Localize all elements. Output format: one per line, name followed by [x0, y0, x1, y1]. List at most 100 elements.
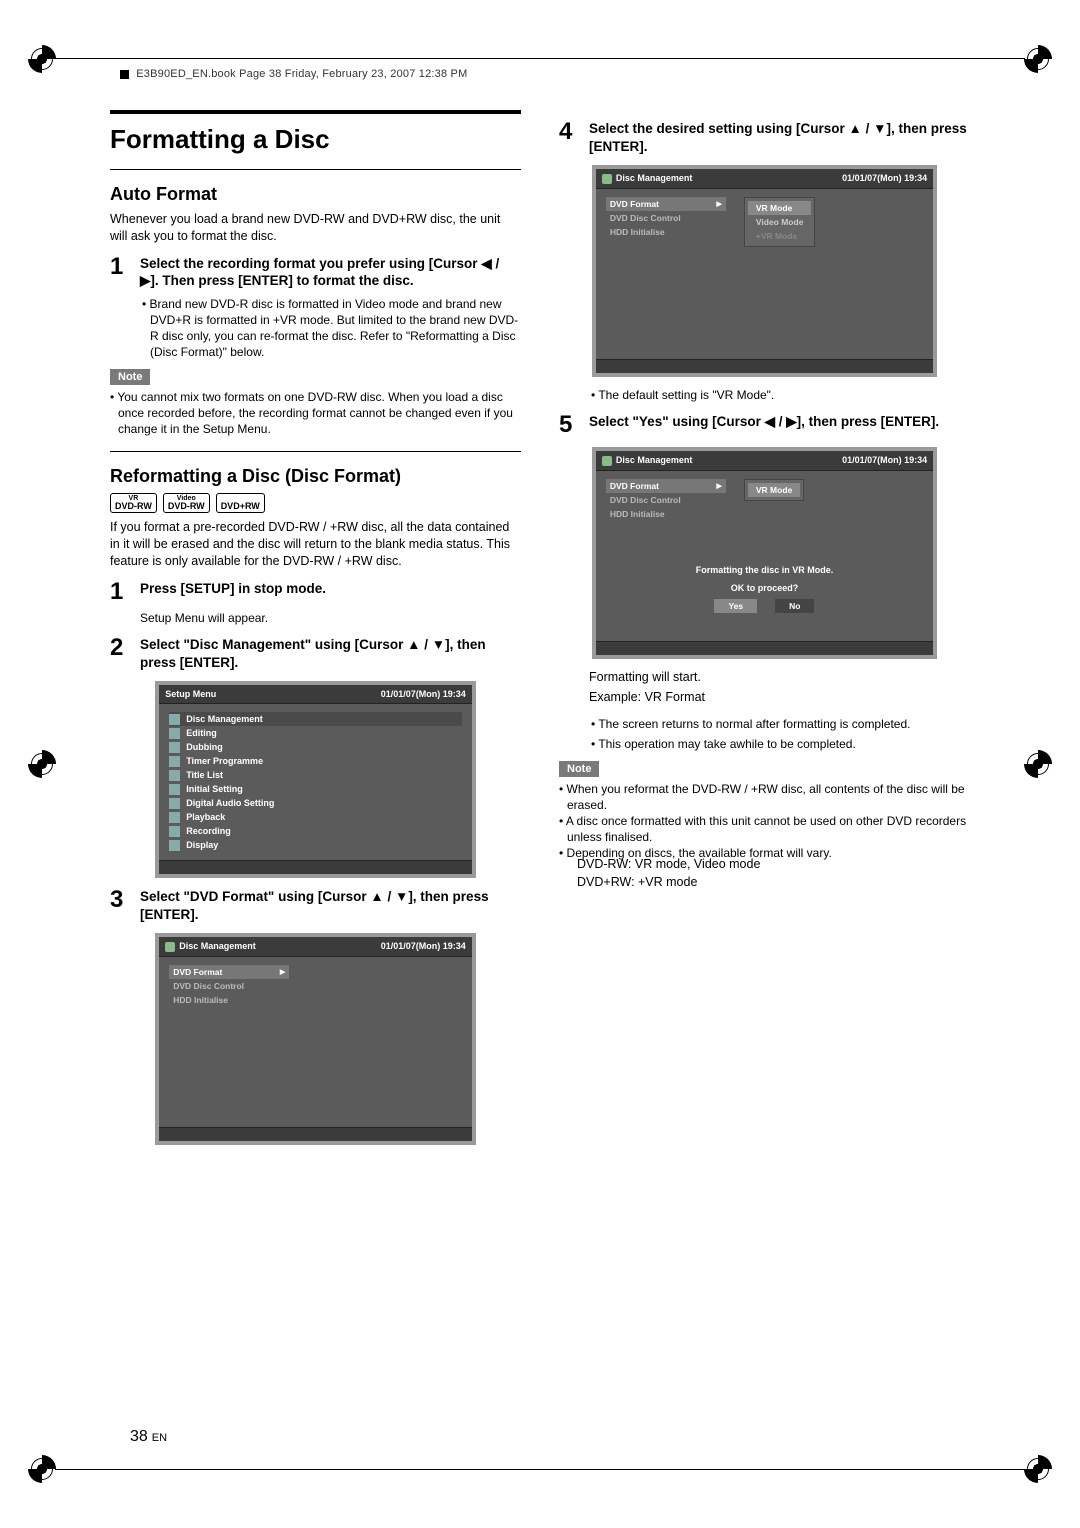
- step-subtext: Setup Menu will appear.: [140, 610, 521, 626]
- step-number: 5: [559, 413, 581, 437]
- note-text: A disc once formatted with this unit can…: [567, 813, 970, 845]
- step-number: 3: [110, 888, 132, 923]
- title-icon: [169, 770, 180, 781]
- side-item: HDD Initialise: [606, 225, 726, 239]
- section-rule: [110, 110, 521, 114]
- screenshot-footer: [596, 641, 933, 655]
- screenshot-title: Disc Management: [616, 455, 693, 465]
- step-4: 4 Select the desired setting using [Curs…: [559, 120, 970, 155]
- screenshot-confirm: Disc Management 01/01/07(Mon) 19:34 DVD …: [592, 447, 937, 659]
- step-instruction: Select the desired setting using [Cursor…: [589, 120, 970, 155]
- header-block-icon: [120, 70, 129, 79]
- menu-item: Title List: [169, 768, 462, 782]
- step-bullet: Brand new DVD-R disc is formatted in Vid…: [150, 296, 521, 361]
- framemaker-header: E3B90ED_EN.book Page 38 Friday, February…: [120, 68, 467, 80]
- disc-icon: [169, 714, 180, 725]
- display-icon: [169, 840, 180, 851]
- side-list: DVD Format DVD Disc Control HDD Initiali…: [606, 197, 726, 239]
- screenshot-footer: [159, 860, 472, 874]
- subsection-heading: Auto Format: [110, 184, 521, 205]
- menu-item: Timer Programme: [169, 754, 462, 768]
- screenshot-body: DVD Format DVD Disc Control HDD Initiali…: [596, 471, 933, 641]
- crop-mark-icon: [1024, 45, 1052, 73]
- disc-icon: [602, 456, 612, 466]
- edit-icon: [169, 728, 180, 739]
- note-text: You cannot mix two formats on one DVD-RW…: [118, 389, 521, 438]
- menu-item: Editing: [169, 726, 462, 740]
- note-label: Note: [110, 369, 150, 385]
- option: +VR Mode: [748, 229, 812, 243]
- step-instruction: Press [SETUP] in stop mode.: [140, 580, 326, 604]
- note-sub: DVD+RW: +VR mode: [577, 874, 970, 891]
- step-1: 1 Press [SETUP] in stop mode.: [110, 580, 521, 604]
- step-instruction: Select "Disc Management" using [Cursor ▲…: [140, 636, 521, 671]
- step-number: 1: [110, 255, 132, 290]
- badge-dvd-rw-video: VideoDVD-RW: [163, 493, 210, 513]
- rec-icon: [169, 826, 180, 837]
- screenshot-datetime: 01/01/07(Mon) 19:34: [381, 941, 466, 951]
- header-text: E3B90ED_EN.book Page 38 Friday, February…: [136, 68, 467, 80]
- option: VR Mode: [748, 201, 812, 215]
- note-label: Note: [559, 761, 599, 777]
- menu-item: Recording: [169, 824, 462, 838]
- bullet: This operation may take awhile to be com…: [599, 736, 970, 752]
- confirm-line: OK to proceed?: [606, 583, 923, 593]
- side-item: DVD Disc Control: [606, 493, 726, 507]
- disc-icon: [165, 942, 175, 952]
- screenshot-datetime: 01/01/07(Mon) 19:34: [842, 173, 927, 183]
- timer-icon: [169, 756, 180, 767]
- bullet: The screen returns to normal after forma…: [599, 716, 970, 732]
- step-instruction: Select "DVD Format" using [Cursor ▲ / ▼]…: [140, 888, 521, 923]
- screenshot-title: Setup Menu: [165, 689, 216, 699]
- side-item: DVD Disc Control: [169, 979, 289, 993]
- options-popup: VR Mode Video Mode +VR Mode: [744, 197, 816, 247]
- option: Video Mode: [748, 215, 812, 229]
- crop-mark-icon: [1024, 750, 1052, 778]
- badge-dvd-plus-rw: DVD+RW: [216, 493, 265, 513]
- side-item: HDD Initialise: [169, 993, 289, 1007]
- side-list: DVD Format DVD Disc Control HDD Initiali…: [169, 965, 289, 1007]
- screenshot-body: Disc Management Editing Dubbing Timer Pr…: [159, 704, 472, 860]
- screenshot-format-options: Disc Management 01/01/07(Mon) 19:34 DVD …: [592, 165, 937, 377]
- step-number: 1: [110, 580, 132, 604]
- step-number: 4: [559, 120, 581, 155]
- disc-badges: VRDVD-RW VideoDVD-RW DVD+RW: [110, 493, 521, 513]
- setting-icon: [169, 784, 180, 795]
- body-text: If you format a pre-recorded DVD-RW / +R…: [110, 519, 521, 570]
- screenshot-footer: [596, 359, 933, 373]
- no-button: No: [775, 599, 814, 613]
- menu-item: Initial Setting: [169, 782, 462, 796]
- step-1: 1 Select the recording format you prefer…: [110, 255, 521, 290]
- side-item: DVD Format: [169, 965, 289, 979]
- screenshot-header: Disc Management 01/01/07(Mon) 19:34: [596, 451, 933, 471]
- result-text: Formatting will start.: [589, 669, 970, 686]
- option: VR Mode: [748, 483, 800, 497]
- body-text: Whenever you load a brand new DVD-RW and…: [110, 211, 521, 245]
- screenshot-datetime: 01/01/07(Mon) 19:34: [842, 455, 927, 465]
- divider: [110, 451, 521, 452]
- screenshot-footer: [159, 1127, 472, 1141]
- badge-dvd-rw-vr: VRDVD-RW: [110, 493, 157, 513]
- screenshot-datetime: 01/01/07(Mon) 19:34: [381, 689, 466, 699]
- step-note: The default setting is "VR Mode".: [599, 387, 970, 403]
- disc-icon: [602, 174, 612, 184]
- crop-line: [55, 58, 1025, 59]
- screenshot-header: Disc Management 01/01/07(Mon) 19:34: [159, 937, 472, 957]
- side-item: DVD Format: [606, 479, 726, 493]
- menu-item: Disc Management: [169, 712, 462, 726]
- screenshot-body: DVD Format DVD Disc Control HDD Initiali…: [159, 957, 472, 1127]
- side-item: DVD Disc Control: [606, 211, 726, 225]
- right-column: 4 Select the desired setting using [Curs…: [559, 110, 970, 1418]
- screenshot-header: Setup Menu 01/01/07(Mon) 19:34: [159, 685, 472, 704]
- confirm-buttons: Yes No: [606, 599, 923, 613]
- result-text: Example: VR Format: [589, 689, 970, 706]
- audio-icon: [169, 798, 180, 809]
- page-content: Formatting a Disc Auto Format Whenever y…: [110, 110, 970, 1418]
- step-5: 5 Select "Yes" using [Cursor ◀ / ▶], the…: [559, 413, 970, 437]
- section-title: Formatting a Disc: [110, 124, 521, 155]
- screenshot-disc-management: Disc Management 01/01/07(Mon) 19:34 DVD …: [155, 933, 476, 1145]
- menu-item: Playback: [169, 810, 462, 824]
- mode-popup: VR Mode: [744, 479, 804, 501]
- step-number: 2: [110, 636, 132, 671]
- page-number: 38EN: [130, 1428, 167, 1446]
